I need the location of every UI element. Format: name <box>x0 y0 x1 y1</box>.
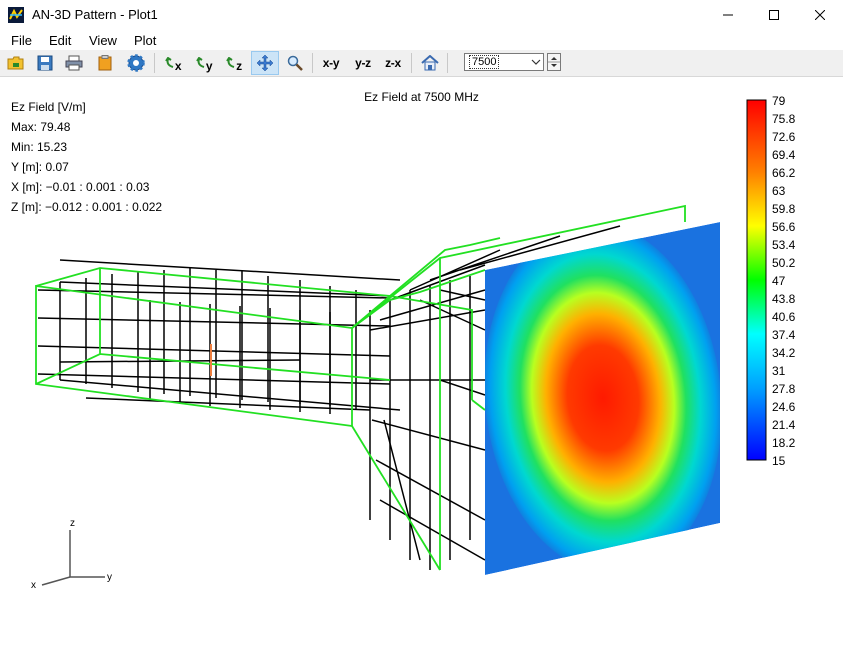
open-button[interactable] <box>4 51 28 75</box>
app-icon <box>8 7 24 23</box>
rotate-y-button[interactable]: y <box>192 51 216 75</box>
view-yz-label: y-z <box>355 56 371 70</box>
print-button[interactable] <box>62 51 86 75</box>
colorbar-tick-label: 50.2 <box>772 256 796 270</box>
plot-canvas[interactable] <box>0 77 843 647</box>
rotate-arrow-icon <box>226 57 235 68</box>
window-title: AN-3D Pattern - Plot1 <box>32 7 158 22</box>
info-max: Max: 79.48 <box>11 120 71 134</box>
paste-button[interactable] <box>93 51 117 75</box>
axis-x-label: x <box>31 580 36 591</box>
colorbar-tick-label: 47 <box>772 274 786 288</box>
frequency-value: 7500 <box>469 55 500 69</box>
rotate-arrow-icon <box>195 57 205 68</box>
zoom-button[interactable] <box>283 51 307 75</box>
frequency-select[interactable]: 7500 <box>464 53 544 71</box>
spin-arrows-icon <box>548 57 560 67</box>
pan-button[interactable] <box>251 51 279 75</box>
colorbar-tick-label: 56.6 <box>772 220 796 234</box>
colorbar-tick-label: 21.4 <box>772 418 796 432</box>
field-plane <box>485 222 720 575</box>
colorbar-tick-label: 34.2 <box>772 346 796 360</box>
info-z-range: Z [m]: −0.012 : 0.001 : 0.022 <box>11 200 163 214</box>
save-icon <box>37 55 53 71</box>
menu-view[interactable]: View <box>89 33 117 48</box>
frequency-spinner[interactable] <box>547 53 561 71</box>
colorbar-tick-label: 24.6 <box>772 400 796 414</box>
colorbar <box>746 99 767 461</box>
move-arrows-icon <box>256 54 274 72</box>
rotate-z-button[interactable]: z <box>222 51 246 75</box>
colorbar-tick-label: 31 <box>772 364 786 378</box>
rotate-arrow-icon <box>164 57 174 68</box>
minimize-icon <box>723 14 733 16</box>
minimize-button[interactable] <box>705 0 751 30</box>
magnifier-icon <box>287 55 303 71</box>
folder-open-icon <box>7 56 24 70</box>
info-field-name: Ez Field [V/m] <box>11 100 86 114</box>
settings-button[interactable] <box>124 51 148 75</box>
colorbar-tick-label: 37.4 <box>772 328 796 342</box>
save-button[interactable] <box>33 51 57 75</box>
axis-z-label: z <box>70 518 75 529</box>
rotate-z-label: z <box>236 59 242 73</box>
plot-area[interactable]: 79 75.8 72.6 69.4 66.2 63 59.8 56.6 53.4 50.2 47 43… <box>0 77 843 647</box>
info-y: Y [m]: 0.07 <box>11 160 69 174</box>
view-xy-button[interactable]: x-y <box>318 51 344 75</box>
title-bar: AN-3D Pattern - Plot1 <box>0 0 843 30</box>
colorbar-tick-label: 69.4 <box>772 148 796 162</box>
colorbar-tick-label: 15 <box>772 454 786 468</box>
view-zx-button[interactable]: z-x <box>380 51 406 75</box>
colorbar-tick-label: 75.8 <box>772 112 796 126</box>
menu-file[interactable]: File <box>11 33 32 48</box>
plot-title: Ez Field at 7500 MHz <box>364 90 479 104</box>
toolbar: x y z x-y y-z z-x <box>0 50 843 77</box>
rotate-x-button[interactable]: x <box>161 51 185 75</box>
rotate-y-label: y <box>205 59 213 73</box>
view-zx-label: z-x <box>385 56 401 70</box>
colorbar-tick-label: 53.4 <box>772 238 796 252</box>
view-xy-label: x-y <box>322 56 340 70</box>
colorbar-tick-label: 40.6 <box>772 310 796 324</box>
gear-icon <box>127 54 145 72</box>
colorbar-tick-label: 27.8 <box>772 382 796 396</box>
printer-icon <box>65 55 83 71</box>
axis-y-label: y <box>107 572 112 583</box>
colorbar-tick-label: 63 <box>772 184 786 198</box>
colorbar-tick-label: 72.6 <box>772 130 796 144</box>
colorbar-tick-label: 43.8 <box>772 292 796 306</box>
view-yz-button[interactable]: y-z <box>350 51 376 75</box>
home-view-button[interactable] <box>418 51 442 75</box>
chevron-down-icon <box>531 59 541 65</box>
menu-bar: File Edit View Plot <box>0 30 843 50</box>
menu-edit[interactable]: Edit <box>49 33 71 48</box>
colorbar-tick-label: 18.2 <box>772 436 796 450</box>
close-icon <box>815 10 825 20</box>
maximize-icon <box>769 10 779 20</box>
info-min: Min: 15.23 <box>11 140 68 154</box>
menu-plot[interactable]: Plot <box>134 33 156 48</box>
info-x-range: X [m]: −0.01 : 0.001 : 0.03 <box>11 180 150 194</box>
maximize-button[interactable] <box>751 0 797 30</box>
rotate-x-label: x <box>174 59 182 73</box>
clipboard-icon <box>98 55 112 71</box>
axes-triad <box>41 530 105 586</box>
colorbar-tick-label: 59.8 <box>772 202 796 216</box>
close-button[interactable] <box>797 0 843 30</box>
colorbar-tick-label: 66.2 <box>772 166 796 180</box>
home-icon <box>421 55 439 71</box>
